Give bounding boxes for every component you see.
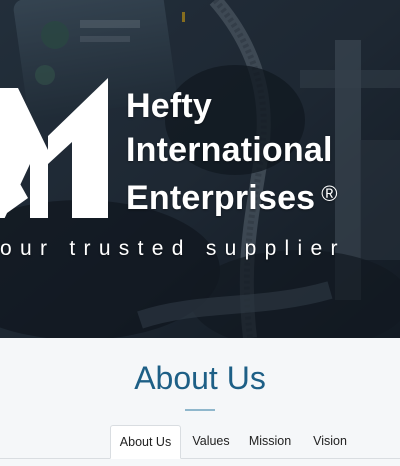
tagline: our trusted supplier (0, 237, 346, 260)
about-tabs: About Us Values Mission Vision (0, 425, 400, 459)
brand-name-line-3-text: Enterprises (126, 179, 316, 217)
hero-banner: Hefty International Enterprises ® our tru… (0, 0, 400, 338)
about-title: About Us (134, 360, 266, 396)
brand-name: Hefty International Enterprises ® (126, 84, 338, 220)
tab-vision[interactable]: Vision (308, 425, 352, 457)
tab-about-us[interactable]: About Us (110, 425, 181, 459)
tab-mission[interactable]: Mission (245, 425, 295, 457)
about-section: About Us About Us Values Mission Vision (0, 338, 400, 466)
page: Hefty International Enterprises ® our tru… (0, 0, 400, 466)
brand-name-line-2: International (126, 131, 333, 169)
tab-values[interactable]: Values (189, 425, 233, 457)
brand-name-line-1: Hefty (126, 87, 213, 125)
title-divider (185, 409, 215, 411)
brand-name-line-3: Enterprises ® (126, 172, 338, 220)
registered-mark: ® (321, 181, 338, 206)
hefty-logo-icon (0, 78, 108, 218)
